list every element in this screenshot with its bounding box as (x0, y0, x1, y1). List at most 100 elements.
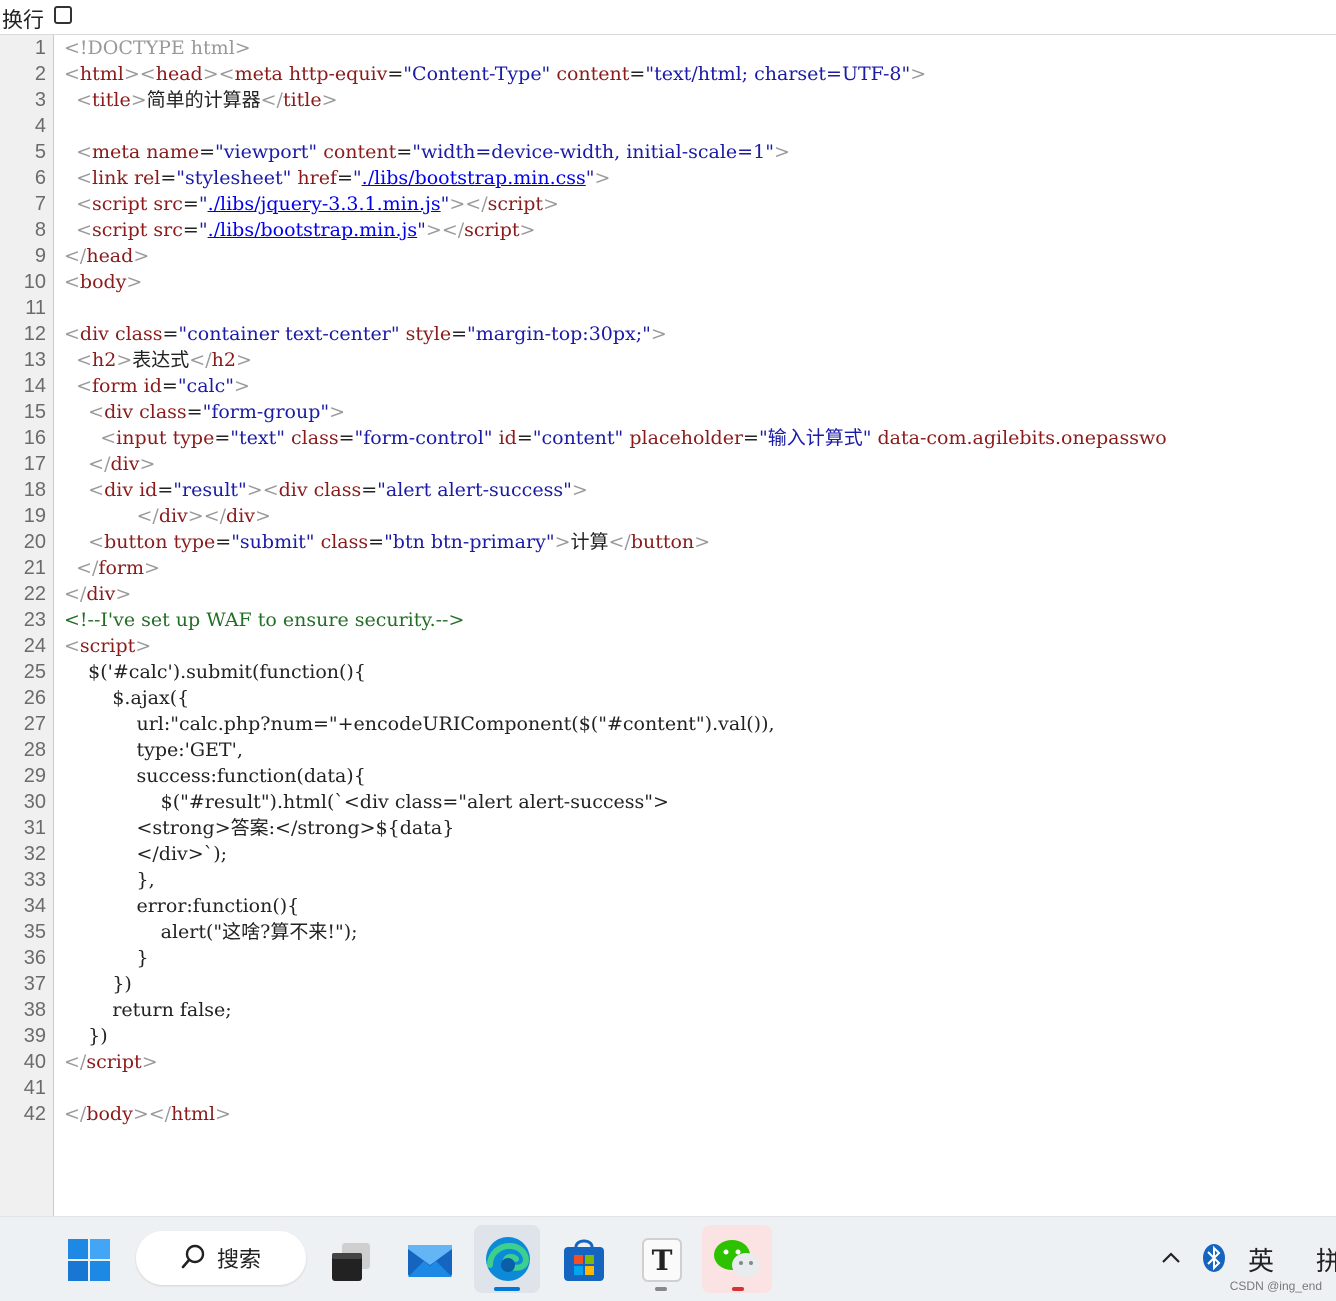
code-token: html (79, 63, 124, 85)
code-token: < (64, 271, 80, 293)
code-token: "width=device-width, initial-scale=1" (412, 141, 774, 163)
line-number: 31 (23, 817, 46, 839)
code-token: script (487, 193, 543, 215)
code-token: div (104, 479, 140, 501)
code-line: } (64, 945, 148, 971)
line-number: 40 (23, 1051, 46, 1073)
code-token: > (650, 323, 667, 345)
line-number: 33 (23, 869, 46, 891)
code-token: }) (64, 1025, 108, 1047)
code-token: id (143, 375, 162, 397)
code-token: = (336, 167, 353, 189)
code-line: $.ajax({ (64, 685, 189, 711)
code-link[interactable]: ./libs/bootstrap.min.js (208, 219, 418, 241)
code-token: head (86, 245, 134, 267)
code-token: "content" (532, 427, 624, 449)
mail-icon[interactable] (406, 1239, 454, 1283)
code-token: < (76, 167, 93, 189)
code-token: class (114, 323, 163, 345)
code-row: 18 <div id="result"><div class="alert al… (0, 477, 1336, 503)
code-token: div (278, 479, 314, 501)
code-token: "alert alert-success" (377, 479, 572, 501)
line-number: 18 (23, 479, 46, 501)
svg-text:T: T (652, 1244, 673, 1277)
code-token: href (297, 167, 337, 189)
code-token: ></ (132, 1103, 172, 1125)
taskbar-search-button[interactable]: 搜索 (136, 1231, 306, 1285)
code-token: class (313, 479, 362, 501)
code-line: </head> (64, 243, 149, 269)
code-token: h2 (92, 349, 117, 371)
task-view-icon[interactable] (330, 1239, 374, 1283)
code-row: 21 </form> (0, 555, 1336, 581)
code-token: = (182, 193, 199, 215)
code-row: 32 </div>`); (0, 841, 1336, 867)
code-row: 8 <script src="./libs/bootstrap.min.js">… (0, 217, 1336, 243)
code-token: = (516, 427, 533, 449)
windows-start-icon[interactable] (68, 1239, 110, 1281)
code-token: < (88, 479, 105, 501)
code-link[interactable]: ./libs/jquery-3.3.1.min.js (208, 193, 441, 215)
code-token: < (76, 349, 93, 371)
code-row: 41 (0, 1075, 1336, 1101)
code-token: </ (64, 1103, 87, 1125)
typora-icon[interactable]: T (640, 1237, 684, 1285)
code-token: >< (246, 479, 279, 501)
code-line: url:"calc.php?num="+encodeURIComponent($… (64, 711, 774, 737)
code-token: "submit" (231, 531, 315, 553)
code-token: > (144, 557, 160, 579)
edge-browser-icon[interactable] (484, 1235, 532, 1283)
code-token: = (338, 427, 355, 449)
code-line: <script src="./libs/jquery-3.3.1.min.js"… (64, 191, 559, 217)
code-token: class (139, 401, 187, 423)
code-token: $("#result").html(`<div class="alert ale… (64, 791, 669, 813)
code-line: error:function(){ (64, 893, 299, 919)
code-token: </ (64, 583, 87, 605)
microsoft-store-icon[interactable] (562, 1237, 606, 1283)
bluetooth-icon[interactable] (1202, 1243, 1226, 1273)
chevron-up-icon[interactable] (1160, 1247, 1182, 1269)
line-number: 34 (23, 895, 46, 917)
code-token: $('#calc').submit(function(){ (64, 661, 366, 683)
code-token: > (910, 63, 927, 85)
code-line: <h2>表达式</h2> (64, 347, 252, 373)
code-token: = (215, 531, 232, 553)
edge-active-indicator (494, 1287, 520, 1291)
code-token: "text/html; charset=UTF-8" (645, 63, 911, 85)
code-token: > (519, 219, 536, 241)
wechat-icon[interactable] (712, 1237, 762, 1281)
input-method-indicator[interactable]: 英 (1248, 1241, 1274, 1278)
code-token: > (215, 1103, 231, 1125)
code-row: 42 </body></html> (0, 1101, 1336, 1127)
code-line: <title>简单的计算器</title> (64, 87, 337, 113)
code-token: button (104, 531, 174, 553)
code-token: "btn btn-primary" (384, 531, 555, 553)
code-link[interactable]: ./libs/bootstrap.min.css (362, 167, 586, 189)
line-number: 32 (23, 843, 46, 865)
code-row: 6 <link rel="stylesheet" href="./libs/bo… (0, 165, 1336, 191)
code-row: 39 }) (0, 1023, 1336, 1049)
code-row: 28 type:'GET', (0, 737, 1336, 763)
code-row: 26 $.ajax({ (0, 685, 1336, 711)
taskbar: 搜索 T 英 拼 CSDN @ing_end (0, 1216, 1336, 1301)
search-icon (181, 1243, 207, 1274)
code-token: "calc" (177, 375, 234, 397)
code-line: }) (64, 1023, 108, 1049)
line-number: 19 (23, 505, 46, 527)
code-token: div (79, 323, 115, 345)
code-token: input (116, 427, 173, 449)
code-row: 37 }) (0, 971, 1336, 997)
input-mode-indicator[interactable]: 拼 (1316, 1241, 1336, 1278)
line-number: 13 (23, 349, 46, 371)
wrap-checkbox[interactable] (54, 6, 72, 24)
code-row: 29 success:function(data){ (0, 763, 1336, 789)
line-number: 23 (23, 609, 46, 631)
code-token: < (88, 401, 105, 423)
line-number: 24 (23, 635, 46, 657)
line-number: 2 (34, 63, 46, 85)
code-token: script (92, 193, 154, 215)
code-line: </div> (64, 581, 131, 607)
code-token: < (76, 219, 93, 241)
